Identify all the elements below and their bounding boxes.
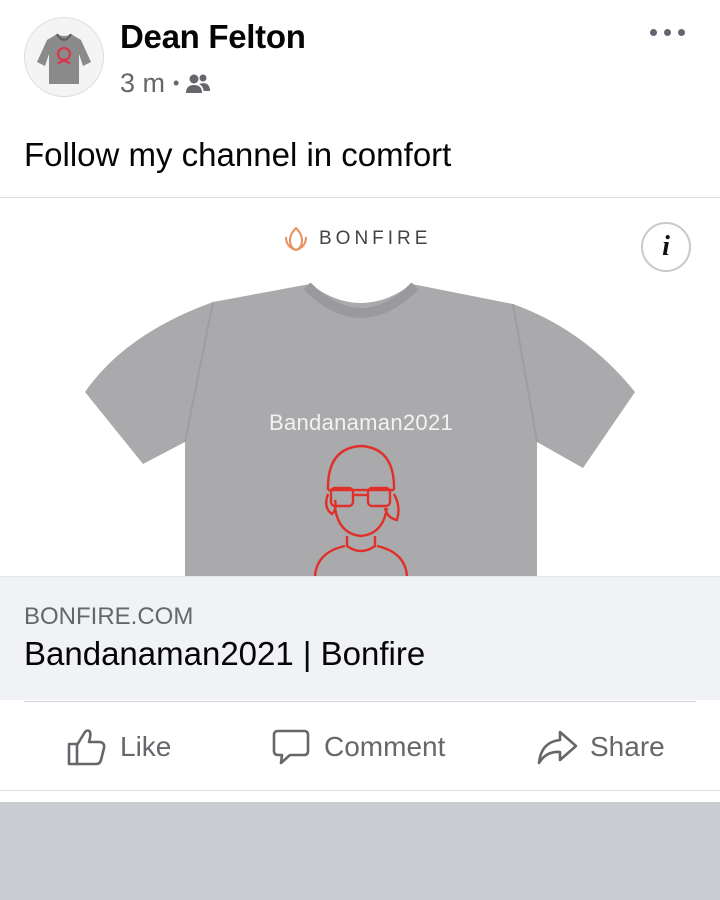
- link-domain: BONFIRE.COM: [24, 603, 194, 630]
- post-header: Dean Felton 3 m •: [0, 0, 720, 120]
- brand-name: BONFIRE: [319, 228, 432, 249]
- divider: [0, 790, 720, 791]
- post-meta: 3 m •: [120, 68, 211, 99]
- comment-button[interactable]: Comment: [270, 722, 445, 772]
- feed-separator: [0, 802, 720, 900]
- post-caption: Follow my channel in comfort: [24, 136, 452, 173]
- more-options-button[interactable]: [648, 20, 688, 46]
- link-title: Bandanaman2021 | Bonfire: [24, 635, 426, 672]
- thumbs-up-icon: [67, 729, 106, 766]
- like-label: Like: [120, 731, 172, 762]
- avatar[interactable]: [24, 17, 104, 97]
- info-icon: i: [662, 231, 670, 262]
- comment-icon: [272, 729, 310, 765]
- shirt-print-text: Bandanaman2021: [268, 410, 454, 435]
- author-name[interactable]: Dean Felton: [120, 18, 306, 56]
- separator-dot: •: [173, 73, 180, 93]
- flame-logo-icon: [285, 226, 307, 252]
- more-dot-icon: [664, 29, 671, 36]
- like-button[interactable]: Like: [66, 722, 171, 772]
- friends-icon[interactable]: [185, 73, 211, 95]
- share-arrow-icon: [537, 730, 578, 765]
- hoodie-thumbnail-icon: [25, 18, 103, 96]
- share-button[interactable]: Share: [536, 722, 665, 772]
- feed-post: Dean Felton 3 m • Follow my channel in c…: [0, 0, 720, 800]
- share-label: Share: [590, 731, 665, 762]
- comment-label: Comment: [324, 731, 446, 762]
- more-dot-icon: [650, 29, 657, 36]
- action-bar: Like Comment Share: [0, 702, 720, 790]
- link-preview[interactable]: BONFIRE.COM Bandanaman2021 | Bonfire: [0, 576, 720, 700]
- more-dot-icon: [678, 29, 685, 36]
- bonfire-logo: BONFIRE: [283, 225, 431, 253]
- info-button[interactable]: i: [641, 222, 691, 272]
- post-time[interactable]: 3 m: [120, 68, 165, 99]
